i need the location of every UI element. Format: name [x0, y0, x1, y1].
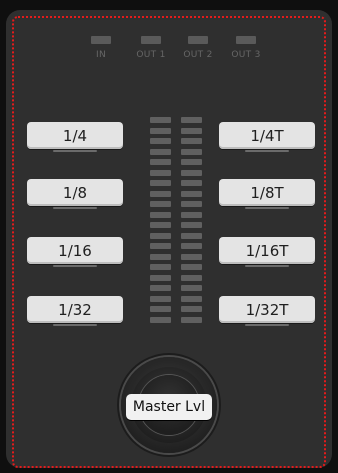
meter-segment: [150, 117, 171, 123]
meter-segment: [150, 264, 171, 270]
meter-segment: [181, 148, 202, 155]
meter-segment: [181, 180, 202, 186]
meter-segment: [181, 306, 202, 312]
quarter-triplet-button[interactable]: 1/4T: [219, 122, 315, 152]
meter-segment: [150, 316, 171, 323]
meter-segment: [150, 295, 171, 302]
meter-segment: [181, 117, 202, 123]
meter-segment: [150, 190, 171, 197]
meter-segment: [150, 127, 171, 134]
thirtysecond-note-label: 1/32: [58, 300, 92, 319]
eighth-triplet-button[interactable]: 1/8T: [219, 179, 315, 209]
meter-segment: [181, 232, 202, 239]
led-label-out-1: OUT 1: [136, 50, 166, 60]
meter-segment: [181, 316, 202, 323]
meter-segment: [150, 180, 171, 186]
meter-segment: [150, 306, 171, 312]
meter-segment: [181, 201, 202, 207]
quarter-note-label: 1/4: [62, 126, 88, 145]
thirtysecond-triplet-label: 1/32T: [245, 300, 289, 319]
meter-segment: [181, 253, 202, 260]
thirtysecond-note-button[interactable]: 1/32: [27, 296, 123, 326]
meter-segment: [150, 211, 171, 218]
meter-segment: [150, 285, 171, 291]
meter-segment: [181, 127, 202, 134]
meter-segment: [150, 274, 171, 281]
led-in: [91, 36, 111, 44]
meter-segment: [181, 169, 202, 176]
eighth-triplet-label: 1/8T: [250, 183, 284, 202]
meter-segment: [181, 285, 202, 291]
thirtysecond-triplet-button[interactable]: 1/32T: [219, 296, 315, 326]
sixteenth-triplet-label: 1/16T: [245, 241, 289, 260]
meter-segment: [181, 138, 202, 144]
sixteenth-note-button[interactable]: 1/16: [27, 237, 123, 267]
eighth-note-label: 1/8: [62, 183, 88, 202]
led-label-in: IN: [96, 50, 106, 60]
led-out-1: [141, 36, 161, 44]
led-out-3: [236, 36, 256, 44]
meter-segment: [150, 253, 171, 260]
quarter-note-button[interactable]: 1/4: [27, 122, 123, 152]
meter-segment: [181, 295, 202, 302]
eighth-note-button[interactable]: 1/8: [27, 179, 123, 209]
sixteenth-note-label: 1/16: [58, 241, 92, 260]
meter-segment: [150, 138, 171, 144]
meter-segment: [181, 264, 202, 270]
quarter-triplet-label: 1/4T: [250, 126, 284, 145]
meter-segment: [150, 169, 171, 176]
led-label-out-2: OUT 2: [183, 50, 213, 60]
meter-segment: [181, 274, 202, 281]
meter-segment: [181, 222, 202, 228]
meter-segment: [181, 243, 202, 249]
meter-segment: [181, 159, 202, 165]
meter-segment: [150, 201, 171, 207]
meter-segment: [150, 148, 171, 155]
led-out-2: [188, 36, 208, 44]
led-label-out-3: OUT 3: [231, 50, 261, 60]
meter-segment: [150, 232, 171, 239]
meter-segment: [150, 243, 171, 249]
meter-segment: [150, 222, 171, 228]
meter-segment: [181, 211, 202, 218]
master-level-label: Master Lvl: [126, 394, 212, 420]
sixteenth-triplet-button[interactable]: 1/16T: [219, 237, 315, 267]
meter-segment: [181, 190, 202, 197]
meter-segment: [150, 159, 171, 165]
